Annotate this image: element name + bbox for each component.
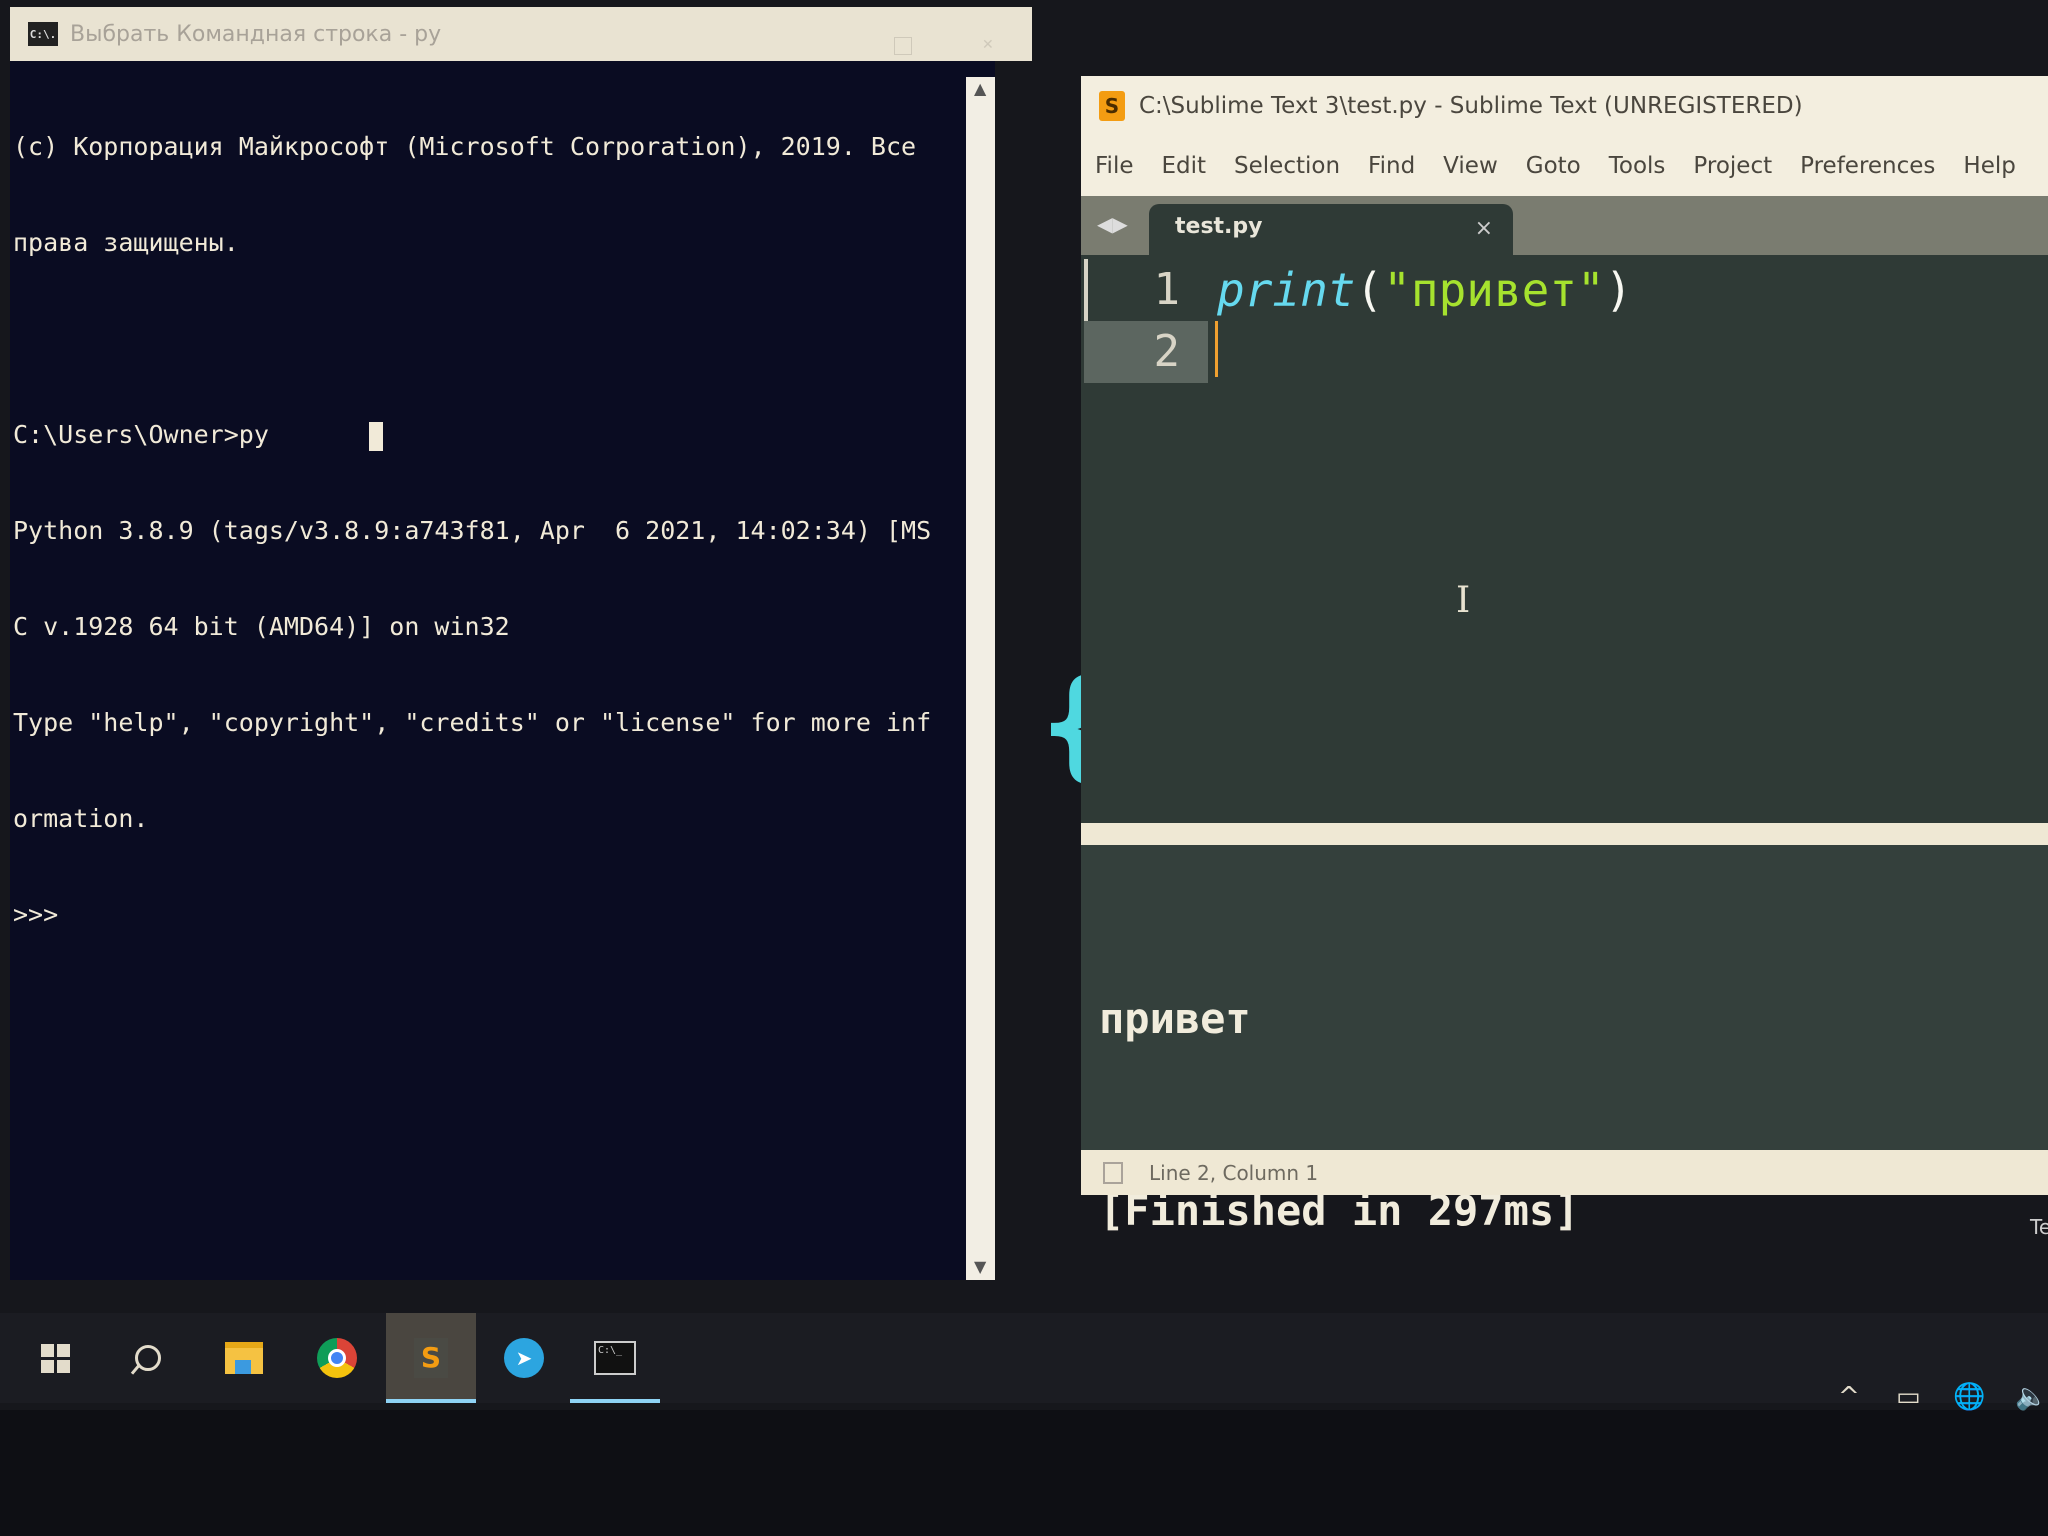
show-hidden-icons-chevron-icon[interactable]: ^ bbox=[1838, 1382, 1860, 1412]
tab-navigation-arrows-icon[interactable]: ◀▶ bbox=[1097, 212, 1128, 236]
telegram-button[interactable]: ➤ bbox=[479, 1313, 569, 1403]
text-cursor bbox=[369, 422, 383, 451]
search-button[interactable] bbox=[103, 1313, 193, 1403]
cmd-app-icon: C:\. bbox=[28, 22, 58, 46]
cmd-line: ormation. bbox=[13, 804, 149, 833]
scroll-up-icon[interactable]: ▲ bbox=[974, 79, 986, 98]
menu-selection[interactable]: Selection bbox=[1234, 153, 1340, 179]
telegram-icon: ➤ bbox=[504, 1338, 544, 1378]
command-prompt-window[interactable]: C:\. Выбрать Командная строка - py ✕ (c)… bbox=[10, 7, 1032, 1280]
sublime-icon: S bbox=[414, 1338, 448, 1378]
status-bar: Line 2, Column 1 bbox=[1081, 1150, 2048, 1195]
maximize-button[interactable] bbox=[894, 37, 912, 55]
tab-close-icon[interactable]: × bbox=[1475, 216, 1493, 241]
line-gutter: 1 2 bbox=[1084, 255, 1208, 823]
menu-goto[interactable]: Goto bbox=[1526, 153, 1581, 179]
build-output-panel: привет [Finished in 297ms] bbox=[1081, 845, 2048, 1235]
code-line: print("привет") bbox=[1217, 259, 1632, 321]
menu-project[interactable]: Project bbox=[1693, 153, 1772, 179]
line-number: 1 bbox=[1153, 264, 1181, 315]
code-paren: ) bbox=[1604, 263, 1633, 317]
cursor-position: Line 2, Column 1 bbox=[1149, 1160, 1319, 1185]
code-string: "привет" bbox=[1383, 263, 1605, 317]
code-paren: ( bbox=[1355, 263, 1384, 317]
desktop-icon-label[interactable]: Te bbox=[2030, 1215, 2048, 1239]
code-function: print bbox=[1217, 263, 1356, 317]
sublime-text-taskbar-button[interactable]: S bbox=[386, 1313, 476, 1403]
menu-edit[interactable]: Edit bbox=[1162, 153, 1207, 179]
cmd-line: C v.1928 64 bit (AMD64)] on win32 bbox=[13, 612, 510, 641]
battery-icon[interactable]: ▭ bbox=[1896, 1382, 1921, 1412]
cmd-title: Выбрать Командная строка - py bbox=[70, 21, 442, 47]
output-panel-splitter[interactable] bbox=[1081, 823, 2048, 845]
cmd-line: ​ bbox=[13, 323, 963, 355]
tab-label: test.py bbox=[1175, 214, 1263, 239]
cmd-title-bar[interactable]: C:\. Выбрать Командная строка - py ✕ bbox=[10, 7, 1032, 61]
text-caret bbox=[1215, 321, 1218, 377]
active-indicator bbox=[570, 1399, 660, 1403]
windows-icon bbox=[40, 1343, 70, 1373]
output-line: привет bbox=[1099, 994, 1251, 1043]
sublime-title-bar[interactable]: S C:\Sublime Text 3\test.py - Sublime Te… bbox=[1081, 76, 2048, 136]
cmd-line: C:\Users\Owner>py bbox=[13, 420, 269, 449]
code-editor[interactable]: 1 2 print("привет") bbox=[1081, 255, 2048, 823]
menu-view[interactable]: View bbox=[1443, 153, 1498, 179]
mouse-ibeam-cursor-icon: I bbox=[1456, 580, 1471, 621]
folder-icon bbox=[225, 1342, 263, 1374]
menu-file[interactable]: File bbox=[1095, 153, 1134, 179]
cmd-prompt: >>> bbox=[13, 900, 59, 929]
menu-preferences[interactable]: Preferences bbox=[1800, 153, 1935, 179]
panel-toggle-icon[interactable] bbox=[1103, 1161, 1123, 1184]
sublime-logo-icon: S bbox=[1099, 91, 1125, 121]
close-button[interactable]: ✕ bbox=[982, 37, 994, 53]
cmd-line: Python 3.8.9 (tags/v3.8.9:a743f81, Apr 6… bbox=[13, 516, 932, 545]
file-explorer-button[interactable] bbox=[199, 1313, 289, 1403]
cmd-line: (c) Корпорация Майкрософт (Microsoft Cor… bbox=[13, 132, 917, 161]
line-number: 2 bbox=[1084, 321, 1208, 383]
taskbar: S ➤ C:\_ bbox=[0, 1313, 2048, 1403]
menu-tools[interactable]: Tools bbox=[1609, 153, 1666, 179]
cmd-output[interactable]: (c) Корпорация Майкрософт (Microsoft Cor… bbox=[13, 67, 963, 995]
sublime-title: C:\Sublime Text 3\test.py - Sublime Text… bbox=[1139, 93, 1803, 119]
cmd-icon: C:\_ bbox=[594, 1341, 636, 1375]
scrollbar[interactable]: ▲ ▼ bbox=[966, 77, 995, 1280]
search-icon bbox=[135, 1345, 161, 1371]
command-prompt-taskbar-button[interactable]: C:\_ bbox=[570, 1313, 660, 1403]
cmd-line: Type "help", "copyright", "credits" or "… bbox=[13, 708, 932, 737]
menu-bar: File Edit Selection Find View Goto Tools… bbox=[1081, 136, 2048, 196]
scroll-down-icon[interactable]: ▼ bbox=[974, 1257, 986, 1276]
active-indicator bbox=[386, 1399, 476, 1403]
start-button[interactable] bbox=[10, 1313, 100, 1403]
menu-find[interactable]: Find bbox=[1368, 153, 1415, 179]
network-globe-icon[interactable]: 🌐 bbox=[1953, 1382, 1985, 1412]
chrome-button[interactable] bbox=[292, 1313, 382, 1403]
menu-help[interactable]: Help bbox=[1963, 153, 2015, 179]
modified-line-marker bbox=[1084, 259, 1088, 321]
volume-icon[interactable]: 🔈 bbox=[2015, 1382, 2047, 1412]
cmd-line: права защищены. bbox=[13, 228, 239, 257]
sublime-text-window[interactable]: S C:\Sublime Text 3\test.py - Sublime Te… bbox=[1081, 76, 2048, 1235]
tab-bar: ◀▶ test.py × bbox=[1081, 196, 2048, 255]
tab-test-py[interactable]: test.py × bbox=[1149, 204, 1513, 255]
chrome-icon bbox=[317, 1338, 357, 1378]
